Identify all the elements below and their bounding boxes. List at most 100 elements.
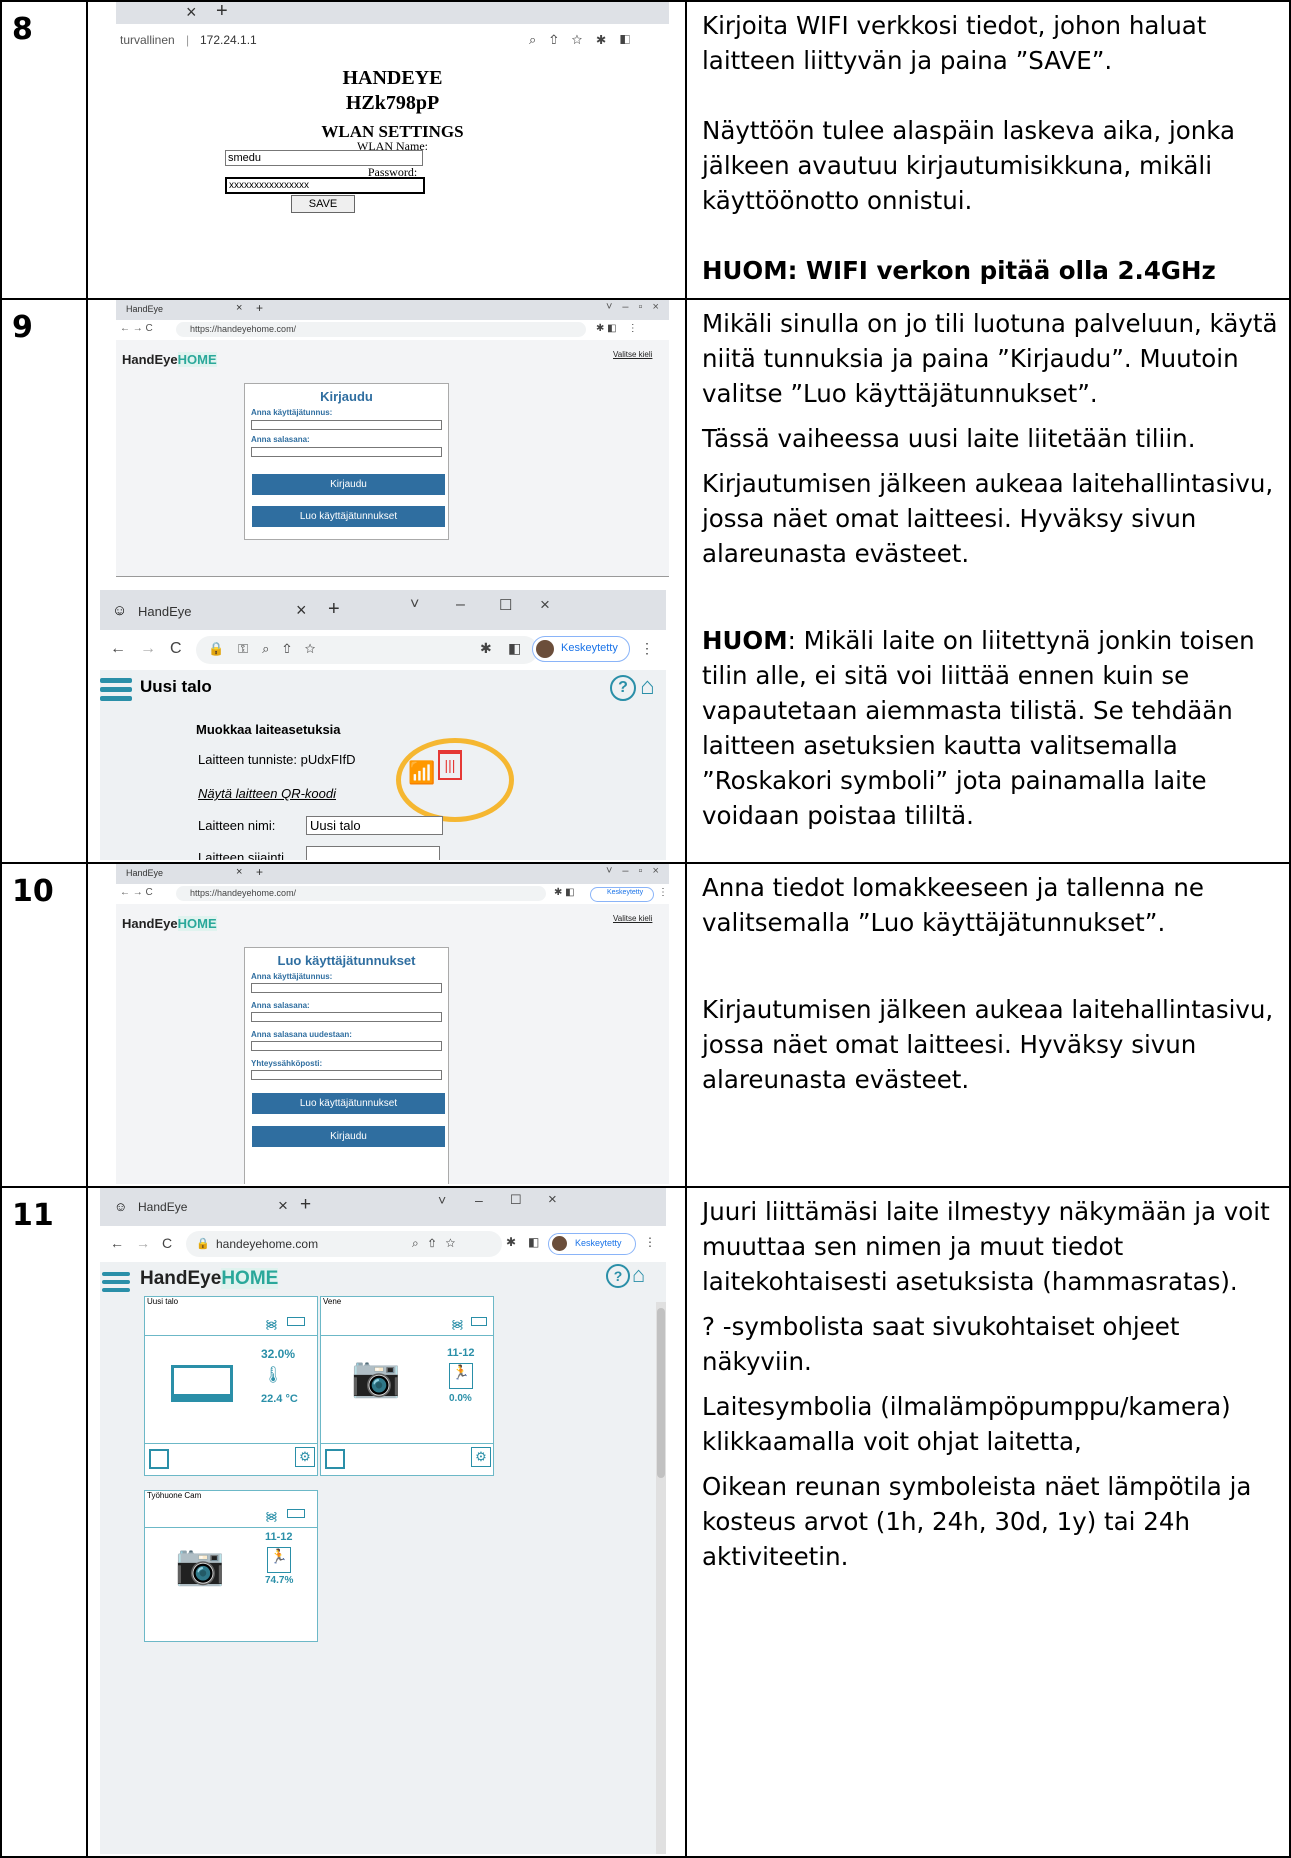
password-input[interactable] <box>251 1012 442 1022</box>
new-tab-icon[interactable]: + <box>300 1194 311 1216</box>
hamburger-menu-icon[interactable] <box>100 678 132 701</box>
maximize-icon[interactable]: ☐ <box>510 1192 522 1208</box>
gear-icon[interactable]: ⚙ <box>295 1447 315 1467</box>
note-text: : Mikäli laite on liitettynä jonkin tois… <box>702 626 1255 830</box>
forward-icon[interactable]: → <box>140 640 156 658</box>
tab-title[interactable]: HandEye <box>126 304 163 314</box>
close-tab-icon[interactable]: × <box>278 1196 288 1216</box>
step-number: 8 <box>12 12 33 47</box>
window-controls[interactable]: ˅–▫× <box>606 301 669 313</box>
location-input[interactable] <box>306 846 440 860</box>
close-tab-icon[interactable]: × <box>186 2 197 23</box>
profile-chip[interactable]: Keskeytetty <box>590 887 654 902</box>
window-controls[interactable]: ˅–▫× <box>606 865 669 877</box>
hamburger-menu-icon[interactable] <box>102 1272 130 1292</box>
create-account-button[interactable]: Luo käyttäjätunnukset <box>252 506 445 527</box>
username-input[interactable] <box>251 420 442 430</box>
motion-icon[interactable]: 🏃 <box>449 1363 473 1389</box>
device-id-line: Laitteen tunniste: pUdxFIfD <box>198 752 356 767</box>
login-button[interactable]: Kirjaudu <box>252 474 445 495</box>
zoom-icon[interactable]: ⌕ <box>529 32 550 47</box>
minimize-icon[interactable]: – <box>475 1192 483 1208</box>
back-icon[interactable]: ← <box>110 640 126 658</box>
menu-icon[interactable]: ⋮ <box>658 887 668 898</box>
wlan-name-input[interactable]: smedu <box>225 150 423 166</box>
door-icon[interactable] <box>149 1449 169 1469</box>
favicon-icon: ☺ <box>114 1199 128 1214</box>
star-icon[interactable]: ☆ <box>572 32 597 47</box>
device-card[interactable]: Vene ᯼ 📷 11-12 🏃 0.0% ⚙ <box>320 1296 494 1476</box>
extensions-icon[interactable]: ✱ <box>596 32 620 47</box>
minimize-icon[interactable]: – <box>456 596 465 614</box>
gear-icon[interactable]: ⚙ <box>471 1447 491 1467</box>
username-input[interactable] <box>251 983 442 993</box>
tab-list-icon[interactable]: ˅ <box>410 596 419 614</box>
home-icon[interactable]: ⌂ <box>640 673 655 701</box>
scrollbar[interactable] <box>656 1302 666 1854</box>
name-input[interactable]: Uusi talo <box>306 816 443 835</box>
camera-icon[interactable]: 📷 <box>351 1353 401 1400</box>
close-tab-icon[interactable]: × <box>296 600 307 621</box>
reload-icon[interactable]: C <box>170 640 182 658</box>
tab-title[interactable]: HandEye <box>138 604 191 619</box>
maximize-icon[interactable]: ☐ <box>499 596 512 614</box>
tab-title[interactable]: HandEye <box>126 868 163 878</box>
profile-label: Keskeytetty <box>575 1238 622 1248</box>
home-icon[interactable]: ⌂ <box>632 1262 645 1288</box>
nav-icons[interactable]: ← → C <box>120 323 153 334</box>
new-tab-icon[interactable]: + <box>216 2 228 23</box>
address-field[interactable]: https://handeyehome.com/ <box>176 322 586 337</box>
create-account-button[interactable]: Luo käyttäjätunnukset <box>252 1093 445 1114</box>
password-input[interactable]: xxxxxxxxxxxxxxxx <box>225 177 425 194</box>
language-link[interactable]: Valitse kieli <box>613 350 652 359</box>
address-text[interactable]: 172.24.1.1 <box>200 33 257 47</box>
device-card[interactable]: Työhuone Cam ᯼ 📷 11-12 🏃 74.7% <box>144 1490 318 1642</box>
password-repeat-input[interactable] <box>251 1041 442 1051</box>
profile-chip[interactable]: Keskeytetty <box>548 1233 636 1255</box>
close-tab-icon[interactable]: × <box>236 302 242 314</box>
new-tab-icon[interactable]: + <box>256 301 263 315</box>
close-window-icon[interactable]: × <box>540 595 550 615</box>
battery-icon <box>471 1317 487 1326</box>
toolbar-icons[interactable]: ✱ ◧ ⋮ <box>596 323 638 334</box>
new-tab-icon[interactable]: + <box>328 598 340 621</box>
device-card[interactable]: Uusi talo ᯼ 32.0% 🌡 22.4 °C ⚙ <box>144 1296 318 1476</box>
close-window-icon[interactable]: × <box>548 1191 557 1208</box>
forward-icon[interactable]: → <box>136 1235 150 1251</box>
thermometer-icon[interactable]: 🌡 <box>263 1365 283 1385</box>
heatpump-icon[interactable] <box>171 1365 233 1402</box>
device-name: Työhuone Cam <box>147 1491 202 1500</box>
menu-icon[interactable]: ⋮ <box>644 1235 656 1249</box>
back-icon[interactable]: ← <box>110 1235 124 1251</box>
nav-icons[interactable]: ← → C <box>120 887 153 898</box>
extensions-icon[interactable]: ✱ <box>506 1235 516 1249</box>
login-button[interactable]: Kirjaudu <box>252 1126 445 1147</box>
close-tab-icon[interactable]: × <box>236 866 242 878</box>
language-link[interactable]: Valitse kieli <box>613 914 652 923</box>
tab-title[interactable]: HandEye <box>138 1200 187 1214</box>
password-input[interactable] <box>251 447 442 457</box>
help-icon[interactable]: ? <box>606 1264 630 1288</box>
new-tab-icon[interactable]: + <box>256 865 263 879</box>
address-field[interactable]: 🔒 handeyehome.com ⌕⇧☆ <box>186 1231 502 1257</box>
sidepanel-icon[interactable]: ◧ <box>508 640 521 657</box>
extensions-icon[interactable]: ✱ <box>480 640 492 657</box>
motion-icon[interactable]: 🏃 <box>267 1547 291 1573</box>
camera-icon[interactable]: 📷 <box>175 1541 225 1588</box>
screenshot-create-account: HandEye × + ˅–▫× ← → C https://handeyeho… <box>116 864 669 1184</box>
sidepanel-icon[interactable]: ◧ <box>528 1235 539 1249</box>
address-field[interactable]: https://handeyehome.com/ <box>176 886 546 901</box>
sidepanel-icon[interactable]: ◧ <box>620 32 644 47</box>
share-icon[interactable]: ⇧ <box>550 32 571 47</box>
help-icon[interactable]: ? <box>610 675 636 701</box>
save-button[interactable]: SAVE <box>291 195 355 213</box>
tab-list-icon[interactable]: ˅ <box>438 1192 446 1208</box>
profile-chip[interactable]: Keskeytetty <box>532 636 630 662</box>
door-icon[interactable] <box>325 1449 345 1469</box>
reload-icon[interactable]: C <box>162 1235 172 1251</box>
toolbar-icons[interactable]: ✱ ◧ <box>554 887 575 898</box>
menu-icon[interactable]: ⋮ <box>640 640 654 657</box>
email-input[interactable] <box>251 1070 442 1080</box>
battery-icon <box>287 1317 305 1326</box>
qr-link[interactable]: Näytä laitteen QR-koodi <box>198 786 336 801</box>
